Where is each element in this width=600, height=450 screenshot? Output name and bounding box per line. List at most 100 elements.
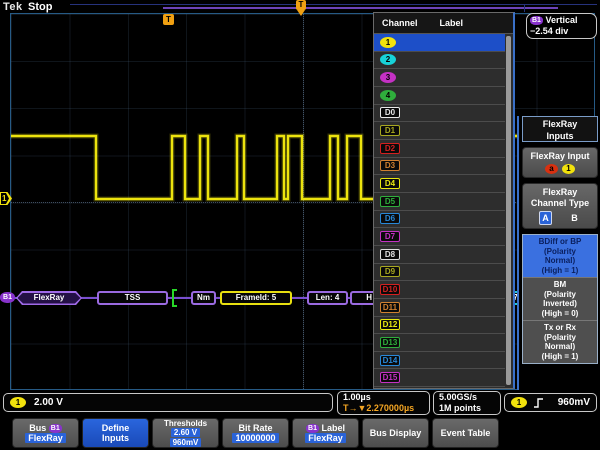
polarity-option-line: (High = 1): [523, 352, 597, 362]
channel-badge-d10: D10: [380, 284, 400, 295]
polarity-option-line: (Polarity: [523, 247, 597, 257]
flexray-inputs-menu: FlexRay Inputs FlexRay Input a 1 FlexRay…: [517, 116, 600, 390]
menu-button-define-inputs[interactable]: DefineInputs: [82, 418, 149, 448]
channel-badge-4: 4: [380, 90, 396, 101]
tek-logo: Tek: [3, 1, 23, 13]
channel-row-d3[interactable]: D3: [374, 158, 505, 176]
channel-badge-d15: D15: [380, 372, 400, 383]
b1-badge: B1: [49, 424, 62, 433]
menu-button-line: Define: [83, 423, 148, 433]
channel-badge-d11: D11: [380, 302, 400, 313]
channel-row-d13[interactable]: D13: [374, 334, 505, 352]
menu-button-line: B1 Label: [293, 423, 358, 433]
trigger-position-marker[interactable]: T: [296, 0, 306, 10]
polarity-option-line: Inverted): [523, 299, 597, 309]
channel-type-label1: FlexRay: [523, 187, 597, 198]
menu-button-line: Bit Rate: [223, 423, 288, 433]
channel-row-2[interactable]: 2: [374, 52, 505, 70]
channel-row-d4[interactable]: D4: [374, 175, 505, 193]
channel-row-d12[interactable]: D12: [374, 317, 505, 335]
channel-badge-1: 1: [380, 37, 396, 48]
flexray-inputs-menu-title: FlexRay Inputs: [522, 116, 598, 142]
menu-title-line2: Inputs: [523, 130, 597, 142]
channel-row-d7[interactable]: D7: [374, 228, 505, 246]
menu-button-line: Thresholds: [153, 419, 218, 429]
polarity-option-line: (Polarity: [523, 333, 597, 343]
menu-button-bus[interactable]: Bus B1FlexRay: [12, 418, 79, 448]
flexray-input-button[interactable]: FlexRay Input a 1: [522, 147, 598, 178]
menu-button-bus-display[interactable]: Bus Display: [362, 418, 429, 448]
channel-row-d5[interactable]: D5: [374, 193, 505, 211]
horizontal-readout: 1.00µs T→▼2.270000µs: [337, 391, 430, 415]
polarity-option-line: Tx or Rx: [523, 323, 597, 333]
channel-row-d0[interactable]: D0: [374, 105, 505, 123]
channel-row-d9[interactable]: D9: [374, 264, 505, 282]
channel-type-option-b[interactable]: B: [568, 212, 581, 224]
channel-badge-d7: D7: [380, 231, 400, 242]
channel1-scale-readout: 1 2.00 V: [3, 393, 333, 412]
polarity-option-line: (High = 0): [523, 309, 597, 319]
bottom-menu-bar: Bus B1FlexRayDefineInputsThresholds2.60 …: [12, 418, 499, 448]
menu-button-line: Event Table: [433, 428, 498, 438]
channel1-reference-marker[interactable]: 1: [0, 192, 12, 205]
channel-row-d2[interactable]: D2: [374, 140, 505, 158]
channel-badge-d6: D6: [380, 213, 400, 224]
polarity-option-line: (High = 1): [523, 266, 597, 276]
menu-button-thresholds[interactable]: Thresholds2.60 V960mV: [152, 418, 219, 448]
channel-badge-d2: D2: [380, 143, 400, 154]
bus-b1-marker[interactable]: B1: [0, 292, 15, 303]
trigger-source-badge: 1: [511, 397, 527, 408]
polarity-option-line: BDiff or BP: [523, 237, 597, 247]
polarity-option-bdiff-or-bp[interactable]: BDiff or BP(PolarityNormal)(High = 1): [523, 235, 597, 278]
b1-badge: B1: [530, 16, 543, 25]
channel1-badge: 1: [10, 397, 26, 408]
trigger-position-arrow-icon: [297, 10, 305, 16]
channel-row-d14[interactable]: D14: [374, 352, 505, 370]
channel-badge-d3: D3: [380, 160, 400, 171]
column-header-label: Label: [440, 18, 464, 28]
sample-rate-value: 5.00GS/s: [439, 392, 477, 403]
menu-button-line: FlexRay: [293, 433, 358, 443]
channel-row-d8[interactable]: D8: [374, 246, 505, 264]
menu-title-line1: FlexRay: [523, 118, 597, 130]
channel-row-d6[interactable]: D6: [374, 211, 505, 229]
channel-badge-d9: D9: [380, 266, 400, 277]
channel-badge-d8: D8: [380, 249, 400, 260]
trigger-t-flag[interactable]: T: [163, 14, 174, 25]
channel-row-d15[interactable]: D15: [374, 369, 505, 387]
oscilloscope-screen: Tek Stop T 1 T B1 FlexRay TSSNmFrameId: …: [0, 0, 600, 450]
channel-row-4[interactable]: 4: [374, 87, 505, 105]
channel-row-3[interactable]: 3: [374, 69, 505, 87]
channel-row-d1[interactable]: D1: [374, 122, 505, 140]
column-header-channel: Channel: [382, 18, 418, 28]
channel1-marker-label: 1: [2, 194, 6, 203]
menu-button-line: Bus Display: [363, 428, 428, 438]
flexray-channel-type-button[interactable]: FlexRay Channel Type A B: [522, 183, 598, 229]
menu-button-bit-rate[interactable]: Bit Rate10000000: [222, 418, 289, 448]
channel-panel-scrollbar[interactable]: [506, 36, 511, 385]
record-view-bus-line: [163, 7, 558, 9]
channel-badge-d13: D13: [380, 337, 400, 348]
menu-button-b1-label[interactable]: B1 LabelFlexRay: [292, 418, 359, 448]
channel-badge-3: 3: [380, 72, 396, 83]
channel-row-1[interactable]: 1: [374, 34, 505, 52]
vertical-readout-value: −2.54 div: [530, 26, 593, 37]
trigger-level-value: 960mV: [558, 397, 590, 408]
menu-button-event-table[interactable]: Event Table: [432, 418, 499, 448]
channel-badge-d14: D14: [380, 355, 400, 366]
channel-badge-d1: D1: [380, 125, 400, 136]
polarity-option-bm[interactable]: BM(PolarityInverted)(High = 0): [523, 278, 597, 321]
channel-badge-d5: D5: [380, 196, 400, 207]
channel-type-option-a[interactable]: A: [539, 211, 552, 225]
menu-button-line: Inputs: [83, 433, 148, 443]
channel-row-d10[interactable]: D10: [374, 281, 505, 299]
channel-type-label2: Channel Type: [523, 198, 597, 209]
channel-label-panel: Channel Label 1 2 3 4 D0 D1 D2 D3 D4 D5 D6 D7 D8 D9 D1…: [373, 12, 515, 389]
timebase-value: 1.00µs: [343, 392, 371, 403]
channel-badge-d12: D12: [380, 319, 400, 330]
delay-value: 2.270000µs: [366, 403, 414, 413]
channel-badge-2: 2: [380, 54, 396, 65]
channel-row-d11[interactable]: D11: [374, 299, 505, 317]
polarity-option-tx-or-rx[interactable]: Tx or Rx(PolarityNormal)(High = 1): [523, 321, 597, 363]
polarity-option-line: Normal): [523, 342, 597, 352]
